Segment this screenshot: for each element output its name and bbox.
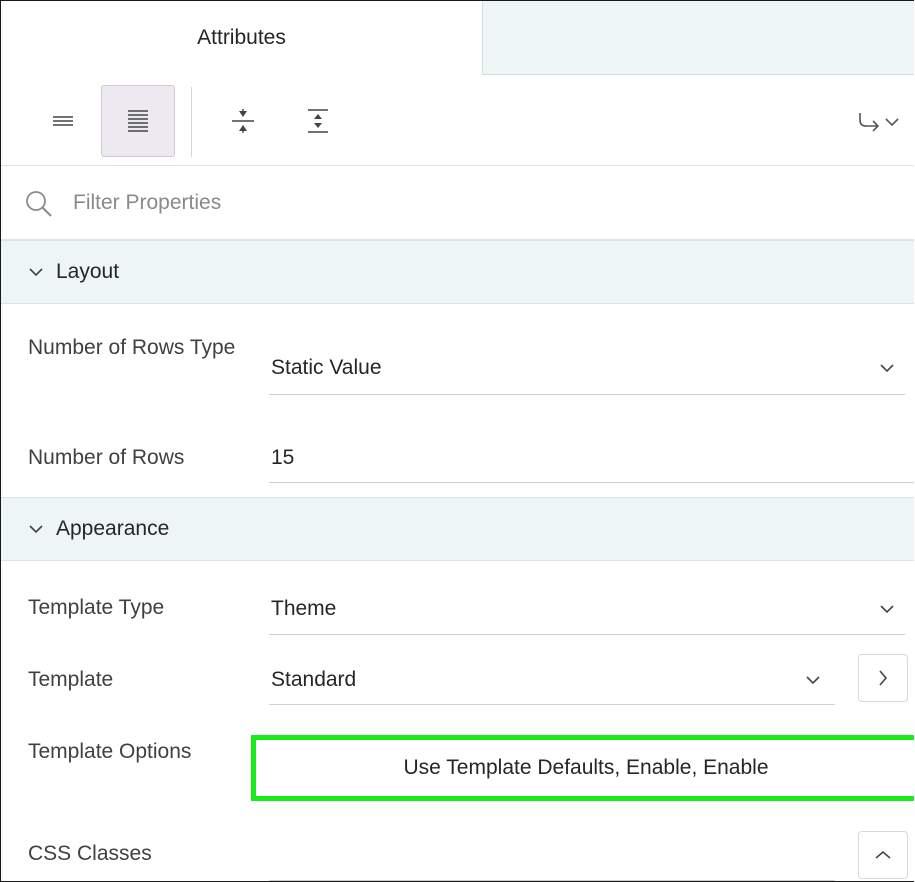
section-appearance-title: Appearance	[56, 517, 170, 540]
compact-view-icon	[53, 116, 73, 126]
template-type-select[interactable]: Theme	[269, 583, 905, 635]
number-of-rows-value: 15	[271, 445, 295, 469]
template-options-value: Use Template Defaults, Enable, Enable	[403, 756, 769, 779]
tab-attributes-label: Attributes	[197, 26, 286, 49]
toolbar	[1, 75, 914, 166]
css-classes-expand-button[interactable]	[858, 831, 908, 879]
number-of-rows-type-select[interactable]: Static Value	[269, 341, 905, 395]
expand-all-button[interactable]	[281, 85, 355, 157]
section-appearance-header[interactable]: Appearance	[1, 497, 914, 561]
section-layout-header[interactable]: Layout	[1, 240, 914, 304]
number-of-rows-type-value: Static Value	[271, 355, 382, 379]
chevron-up-icon	[875, 850, 891, 859]
chevron-down-icon	[28, 267, 44, 277]
template-options-label: Template Options	[28, 740, 192, 763]
chevron-right-icon	[879, 670, 888, 686]
filter-bar	[1, 166, 914, 240]
go-to-group-button[interactable]	[846, 85, 914, 157]
chevron-down-icon	[28, 524, 44, 534]
tab-bar-empty-area	[482, 1, 914, 75]
tab-attributes[interactable]: Attributes	[1, 1, 482, 75]
css-classes-label: CSS Classes	[28, 842, 152, 865]
template-go-to-button[interactable]	[858, 654, 908, 702]
compact-view-button[interactable]	[26, 85, 100, 157]
property-editor: Attributes Filter Properties Layout Numb…	[0, 0, 914, 882]
tab-bar: Attributes	[1, 1, 914, 75]
filter-properties-input[interactable]	[73, 184, 673, 222]
expanded-view-button[interactable]	[101, 85, 175, 157]
expanded-view-icon	[128, 110, 148, 132]
search-icon	[26, 191, 52, 217]
section-layout-title: Layout	[56, 260, 120, 283]
template-value: Standard	[271, 667, 357, 691]
expand-all-icon	[308, 109, 328, 133]
number-of-rows-label: Number of Rows	[28, 446, 185, 469]
chevron-down-icon	[879, 604, 895, 614]
number-of-rows-input[interactable]: 15	[269, 433, 914, 483]
template-type-value: Theme	[271, 596, 337, 620]
css-classes-input[interactable]	[269, 831, 835, 881]
number-of-rows-type-label: Number of Rows Type	[28, 336, 236, 359]
collapse-all-button[interactable]	[206, 85, 280, 157]
toolbar-separator	[191, 87, 192, 157]
chevron-down-icon	[805, 675, 821, 685]
template-select[interactable]: Standard	[269, 655, 835, 705]
collapse-all-icon	[232, 109, 254, 133]
chevron-down-icon	[879, 363, 895, 373]
go-to-group-icon	[859, 113, 899, 132]
template-label: Template	[28, 668, 114, 691]
template-type-label: Template Type	[28, 596, 165, 619]
template-options-button[interactable]: Use Template Defaults, Enable, Enable	[251, 735, 914, 801]
